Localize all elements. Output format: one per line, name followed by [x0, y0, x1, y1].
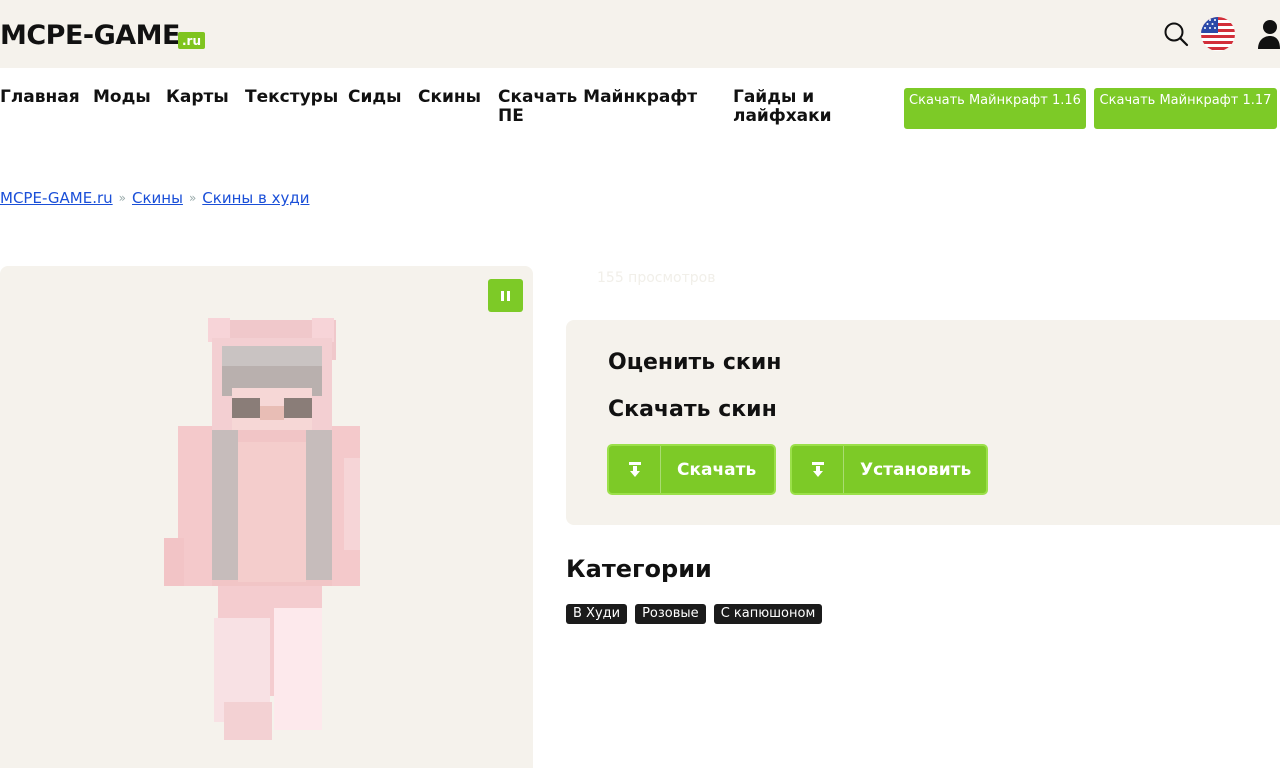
nav-item-maps[interactable]: Карты [166, 88, 229, 107]
nav-item-mods[interactable]: Моды [93, 88, 151, 107]
user-icon[interactable] [1254, 18, 1280, 50]
download-minecraft-116-button[interactable]: Скачать Майнкрафт 1.16 [904, 88, 1086, 129]
category-tag[interactable]: В Худи [566, 604, 628, 624]
nav-item-guides[interactable]: Гайды и лайфхаки [733, 88, 843, 126]
site-logo[interactable]: MCPE-GAME .ru [0, 16, 206, 52]
nav-item-skins[interactable]: Скины [418, 88, 481, 107]
views-count: 155 просмотров [597, 270, 716, 286]
download-icon [609, 446, 661, 493]
download-icon [792, 446, 844, 493]
logo-suffix: .ru [178, 32, 206, 49]
category-tag[interactable]: С капюшоном [713, 604, 823, 624]
pause-icon [501, 290, 504, 301]
breadcrumb-skins[interactable]: Скины [132, 189, 183, 207]
breadcrumb-separator: » [118, 191, 126, 205]
rate-skin-title: Оценить скин [608, 350, 782, 375]
categories-title: Категории [566, 555, 712, 583]
install-button[interactable]: Установить [790, 444, 988, 495]
breadcrumb-home[interactable]: MCPE-GAME.ru [0, 189, 113, 207]
install-button-label: Установить [860, 459, 972, 480]
nav-item-home[interactable]: Главная [0, 88, 80, 107]
breadcrumb: MCPE-GAME.ru » Скины » Скины в худи [0, 189, 309, 207]
search-icon[interactable] [1163, 21, 1189, 47]
download-minecraft-117-button[interactable]: Скачать Майнкрафт 1.17 [1094, 88, 1277, 129]
nav-item-seeds[interactable]: Сиды [348, 88, 402, 107]
us-flag-icon[interactable] [1200, 16, 1236, 52]
nav-item-textures[interactable]: Текстуры [245, 88, 338, 107]
download-button-label: Скачать [677, 459, 757, 480]
download-button[interactable]: Скачать [607, 444, 776, 495]
download-skin-title: Скачать скин [608, 397, 777, 422]
site-header: MCPE-GAME .ru [0, 0, 1280, 68]
nav-item-download-minecraft-pe[interactable]: Скачать Майнкрафт ПЕ [498, 88, 703, 126]
breadcrumb-separator: » [188, 191, 197, 205]
pause-button[interactable] [488, 279, 523, 312]
skin-preview-image [164, 318, 360, 740]
logo-text: MCPE-GAME [0, 20, 181, 51]
skin-actions-card: Оценить скин Скачать скин Скачать Устано… [566, 320, 1280, 525]
category-tags: В Худи Розовые С капюшоном [566, 604, 823, 624]
category-tag[interactable]: Розовые [635, 604, 706, 624]
breadcrumb-hoodie-skins[interactable]: Скины в худи [202, 189, 309, 207]
